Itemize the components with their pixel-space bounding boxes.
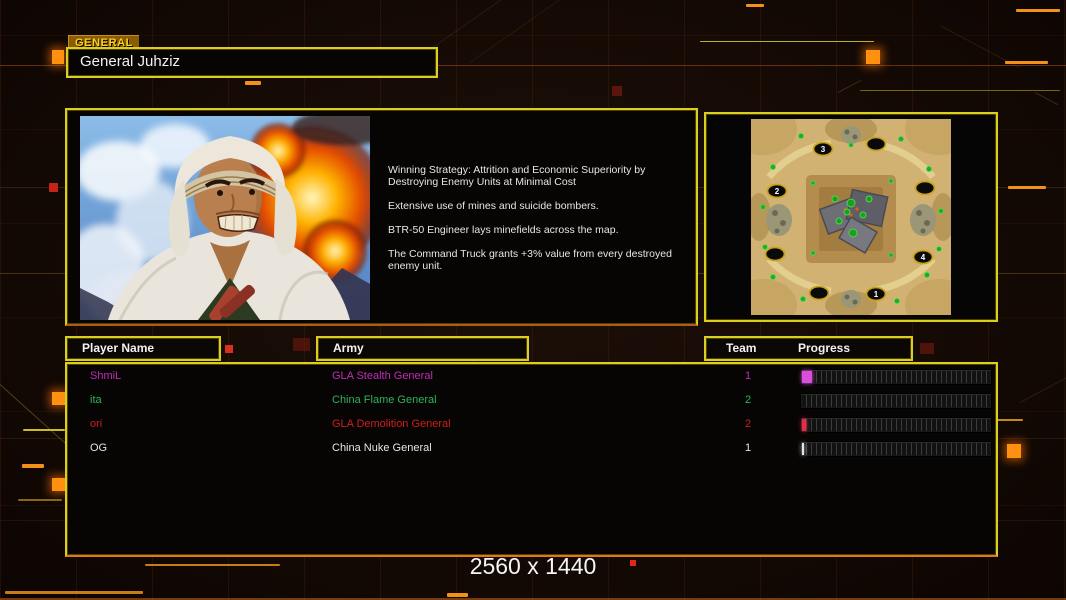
player-team: 1 [744, 442, 752, 454]
player-team: 2 [744, 394, 752, 406]
svg-text:3: 3 [821, 145, 826, 154]
progress-bar-fill [802, 419, 806, 431]
strategy-paragraph: Winning Strategy: Attrition and Economic… [388, 164, 646, 188]
player-team: 2 [744, 418, 752, 430]
progress-bar-fill [802, 443, 804, 455]
table-row: OG China Nuke General 1 [67, 438, 996, 460]
glow-square [866, 50, 880, 64]
red-square [920, 343, 934, 354]
circuit-diagonal [1019, 376, 1066, 403]
glow-square [52, 392, 65, 405]
red-square [293, 338, 310, 351]
progress-bar [800, 369, 992, 385]
general-portrait [65, 110, 392, 331]
player-army: China Flame General [332, 394, 437, 406]
player-army: China Nuke General [332, 442, 432, 454]
circuit-dash [18, 499, 62, 501]
header-team-progress: Team Progress [704, 336, 913, 361]
header-player-name: Player Name [65, 336, 221, 361]
circuit-dash [447, 593, 468, 597]
header-army: Army [316, 336, 529, 361]
strategy-paragraph: Extensive use of mines and suicide bombe… [388, 200, 599, 212]
progress-bar [800, 393, 992, 409]
circuit-dash [23, 429, 65, 431]
portrait-art [65, 110, 392, 331]
circuit-dash [245, 81, 261, 85]
circuit-diagonal [837, 79, 862, 93]
circuit-dash [746, 4, 764, 7]
svg-text:2: 2 [775, 187, 780, 196]
player-name: OG [90, 442, 108, 454]
progress-bar-fill [802, 371, 812, 383]
progress-bar [800, 441, 992, 457]
table-row: ita China Flame General 2 [67, 390, 996, 412]
table-row: ShmiL GLA Stealth General 1 [67, 366, 996, 388]
header-team-label: Team [726, 341, 757, 355]
circuit-dash [1016, 9, 1060, 12]
circuit-dash [700, 41, 874, 42]
player-name: ShmiL [90, 370, 122, 382]
strategy-paragraph: The Command Truck grants +3% value from … [388, 248, 672, 272]
minimap: 3 2 4 1 [751, 119, 951, 315]
red-square [49, 183, 58, 192]
header-army-label: Army [333, 341, 364, 355]
resolution-label: 2560 x 1440 [469, 553, 597, 579]
circuit-diagonal [939, 25, 1020, 69]
red-square [225, 345, 233, 353]
glow-square [52, 50, 64, 64]
minimap-panel: 3 2 4 1 [704, 112, 998, 322]
header-player-name-label: Player Name [82, 341, 155, 355]
svg-text:1: 1 [874, 290, 879, 299]
general-name-box: General Juhziz [66, 47, 438, 78]
general-info-panel: Winning Strategy: Attrition and Economic… [65, 108, 698, 331]
glow-square [52, 478, 65, 491]
player-name: ita [90, 394, 102, 406]
player-army: GLA Demolition General [332, 418, 451, 430]
progress-bar [800, 417, 992, 433]
strategy-paragraph: BTR-50 Engineer lays minefields across t… [388, 224, 619, 236]
circuit-dash [860, 90, 1060, 91]
loading-screen: GENERAL General Juhziz Winning Strategy:… [0, 0, 1066, 600]
table-row: ori GLA Demolition General 2 [67, 414, 996, 436]
player-team: 1 [744, 370, 752, 382]
header-progress-label: Progress [798, 341, 851, 355]
circuit-dash [5, 591, 143, 594]
player-name: ori [90, 418, 103, 430]
circuit-dash [1008, 186, 1046, 189]
circuit-dash [22, 464, 44, 468]
general-name: General Juhziz [80, 53, 181, 70]
svg-text:4: 4 [921, 253, 926, 262]
glow-square [1007, 444, 1021, 458]
strategy-text: Winning Strategy: Attrition and Economic… [388, 164, 696, 284]
red-square [612, 86, 622, 96]
player-army: GLA Stealth General [332, 370, 433, 382]
player-rows: ShmiL GLA Stealth General 1 ita China Fl… [67, 364, 996, 555]
circuit-diagonal [1034, 92, 1059, 106]
players-table: ShmiL GLA Stealth General 1 ita China Fl… [65, 362, 998, 557]
